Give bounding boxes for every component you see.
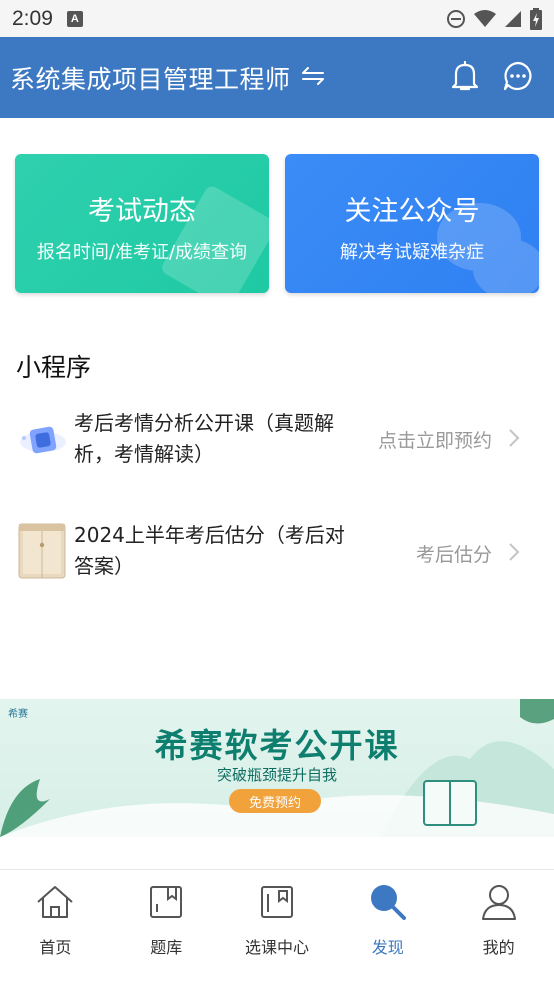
wifi-icon xyxy=(474,9,496,27)
nav-item-course-center[interactable]: 选课中心 xyxy=(222,870,333,984)
nav-label-question-bank: 题库 xyxy=(150,938,183,957)
nav-item-discover[interactable]: 发现 xyxy=(332,870,443,984)
mini-program-item[interactable]: 考后考情分析公开课（真题解析，考情解读） 点击立即预约 xyxy=(0,402,554,476)
discover-search-icon xyxy=(368,882,408,922)
mini-programs-title: 小程序 xyxy=(16,353,92,382)
chat-bubble-icon[interactable] xyxy=(502,60,534,96)
official-account-card[interactable]: 关注公众号 解决考试疑难杂症 xyxy=(285,154,539,293)
app-title[interactable]: 系统集成项目管理工程师 xyxy=(10,60,291,96)
nav-label-home: 首页 xyxy=(39,938,72,957)
exam-news-title: 考试动态 xyxy=(88,196,196,227)
bottom-nav: 首页 题库 选课中心 发现 我的 xyxy=(0,869,554,984)
cellular-signal-icon xyxy=(505,10,521,27)
video-cube-icon xyxy=(18,420,68,464)
switch-arrows-icon[interactable] xyxy=(301,66,325,89)
status-indicators xyxy=(446,7,542,30)
app-bar: 系统集成项目管理工程师 xyxy=(0,37,554,118)
envelope-folder-icon xyxy=(18,523,66,583)
do-not-disturb-icon xyxy=(447,9,465,28)
official-account-title: 关注公众号 xyxy=(344,196,480,227)
profile-icon xyxy=(481,882,517,922)
mini-program-action[interactable]: 点击立即预约 xyxy=(378,426,492,453)
nav-item-home[interactable]: 首页 xyxy=(0,870,111,984)
notification-icon: A xyxy=(66,10,83,27)
mini-program-item[interactable]: 2024上半年考后估分（考后对答案） 考后估分 xyxy=(0,518,554,582)
chevron-right-icon xyxy=(508,542,520,566)
nav-label-course-center: 选课中心 xyxy=(244,938,309,957)
mini-program-text: 考后考情分析公开课（真题解析，考情解读） xyxy=(74,411,334,466)
banner-title: 希赛软考公开课 xyxy=(154,726,400,765)
status-bar: 2:09 A xyxy=(0,0,554,37)
screen: 2:09 A 系统集成项目管理工程师 考试动态 报名时间/准考证/成绩查询 关注… xyxy=(0,0,554,984)
home-icon xyxy=(35,882,75,922)
feature-cards: 考试动态 报名时间/准考证/成绩查询 关注公众号 解决考试疑难杂症 xyxy=(15,154,539,294)
exam-news-card[interactable]: 考试动态 报名时间/准考证/成绩查询 xyxy=(15,154,269,293)
bell-icon[interactable] xyxy=(450,60,480,96)
chevron-right-icon xyxy=(508,428,520,452)
mini-program-text: 2024上半年考后估分（考后对答案） xyxy=(74,523,345,578)
nav-item-question-bank[interactable]: 题库 xyxy=(111,870,222,984)
nav-label-discover: 发现 xyxy=(371,938,404,957)
free-reserve-button[interactable]: 免费预约 xyxy=(229,789,321,813)
open-course-banner[interactable]: 希赛 希赛软考公开课 突破瓶颈提升自我 免费预约 xyxy=(0,699,554,837)
exam-news-subtitle: 报名时间/准考证/成绩查询 xyxy=(36,242,248,263)
battery-charging-icon xyxy=(530,7,542,30)
official-account-subtitle: 解决考试疑难杂症 xyxy=(340,242,484,263)
mini-program-action[interactable]: 考后估分 xyxy=(416,540,492,567)
course-center-icon xyxy=(259,882,295,922)
nav-item-profile[interactable]: 我的 xyxy=(443,870,554,984)
question-bank-icon xyxy=(148,882,184,922)
banner-brand: 希赛 xyxy=(8,709,28,720)
app-bar-actions xyxy=(450,60,544,96)
status-time: 2:09 xyxy=(12,6,53,30)
nav-label-profile: 我的 xyxy=(482,938,515,957)
banner-subtitle: 突破瓶颈提升自我 xyxy=(216,766,337,784)
